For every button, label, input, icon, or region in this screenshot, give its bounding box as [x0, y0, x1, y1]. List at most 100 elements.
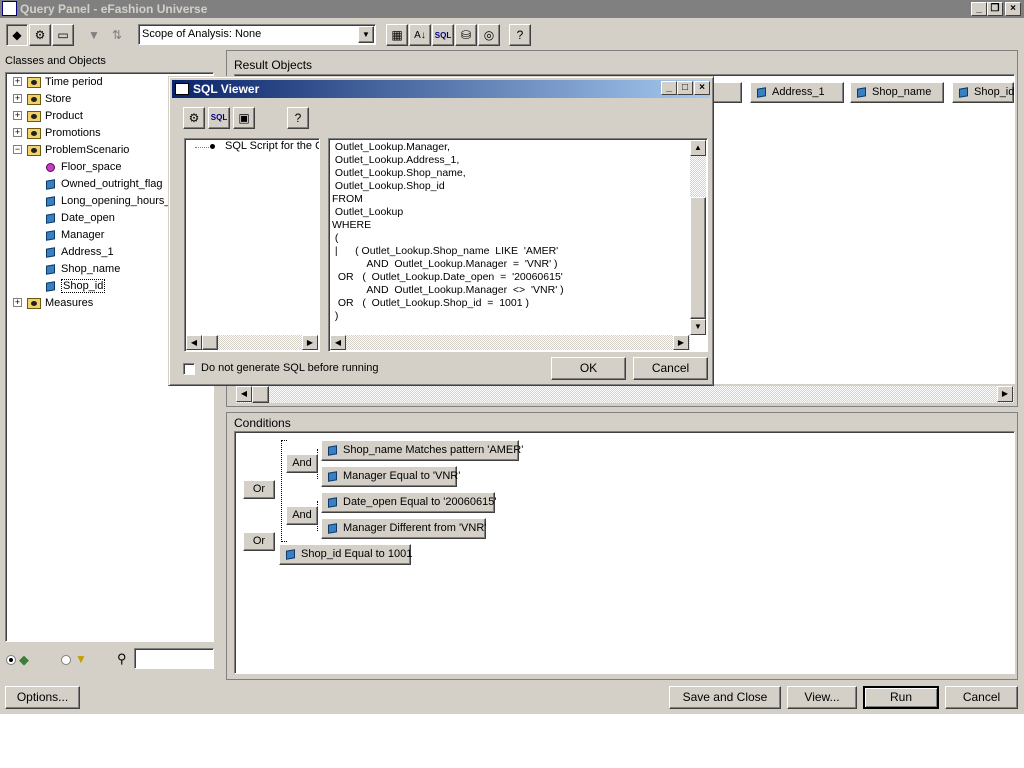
run-sql-icon[interactable]: ⚙ [183, 107, 205, 129]
result-hscrollbar[interactable] [236, 386, 1014, 403]
scroll-thumb[interactable] [202, 335, 218, 350]
condition-shop-name-pattern[interactable]: Shop_name Matches pattern 'AMER' [321, 440, 523, 461]
or-operator-1[interactable]: Or [243, 480, 275, 499]
tree-item-label: Store [45, 93, 72, 105]
combine-queries-icon[interactable]: ◎ [478, 24, 500, 46]
scroll-down-icon[interactable]: ▼ [690, 319, 706, 335]
binoculars-icon[interactable]: ⚲ [117, 651, 127, 667]
condition-date-open-equal[interactable]: Date_open Equal to '20060615' [321, 492, 497, 513]
result-chip-shop-id[interactable]: Shop_id [952, 82, 1014, 103]
tree-item-problemscenario[interactable]: ProblemScenario [27, 142, 129, 158]
scroll-left-icon[interactable]: ◀ [186, 335, 202, 350]
expand-store-icon[interactable]: + [13, 94, 22, 103]
scroll-right-icon[interactable]: ▶ [302, 335, 318, 350]
dimension-icon [46, 212, 55, 224]
validate-sql-icon[interactable]: SQL [208, 107, 230, 129]
sql-icon[interactable]: SQL [432, 24, 454, 46]
chevron-down-icon[interactable]: ▼ [358, 26, 374, 43]
tree-item-long-opening-hours[interactable]: Long_opening_hours_ [46, 193, 171, 209]
sql-viewer-dialog: SQL Viewer _ □ × ⚙ SQL ▣ ? SQL Script fo… [168, 76, 714, 386]
tree-item-address-1[interactable]: Address_1 [46, 244, 114, 260]
tree-item-manager[interactable]: Manager [46, 227, 104, 243]
tree-item-promotions[interactable]: Promotions [27, 125, 101, 141]
conditions-header: Conditions [234, 416, 291, 430]
close-button[interactable]: × [1005, 2, 1021, 16]
tree-item-label: Measures [45, 297, 94, 309]
options-button[interactable]: Options... [5, 686, 80, 709]
condition-manager-equal[interactable]: Manager Equal to 'VNR' [321, 466, 460, 487]
sql-line: AND Outlet_Lookup.Manager = 'VNR' ) [332, 258, 558, 270]
scroll-thumb[interactable] [252, 386, 269, 403]
tree-item-owned-outright-flag[interactable]: Owned_outright_flag [46, 176, 163, 192]
condition-manager-different[interactable]: Manager Different from 'VNR' [321, 518, 486, 539]
dimension-icon [46, 246, 55, 258]
sql-line: WHERE [332, 219, 372, 231]
dialog-close-button[interactable]: × [694, 81, 710, 95]
condition-shop-id-equal[interactable]: Shop_id Equal to 1001 [279, 544, 412, 565]
restore-button[interactable]: ❐ [987, 2, 1003, 16]
tree-item-measures[interactable]: Measures [27, 295, 93, 311]
panel-toggle-icon[interactable]: ▭ [52, 24, 74, 46]
condition-label: Date_open Equal to '20060615' [343, 496, 497, 508]
sort-az-icon[interactable]: A↓ [409, 24, 431, 46]
sql-script-tree[interactable]: SQL Script for the Q ◀ ▶ [184, 138, 320, 352]
scroll-up-icon[interactable]: ▲ [690, 140, 706, 156]
sql-text-area[interactable]: Outlet_Lookup.Manager, Outlet_Lookup.Add… [328, 138, 708, 352]
tree-item-date-open[interactable]: Date_open [46, 210, 115, 226]
filter-icon[interactable]: ▼ [83, 24, 105, 46]
scope-of-analysis-select[interactable]: Scope of Analysis: None ▼ [138, 24, 376, 45]
grid-icon[interactable]: ▦ [386, 24, 408, 46]
scroll-left-icon[interactable]: ◀ [330, 335, 346, 350]
database-icon[interactable]: ⛁ [455, 24, 477, 46]
save-and-close-button[interactable]: Save and Close [669, 686, 781, 709]
cancel-button[interactable]: Cancel [945, 686, 1018, 709]
save-icon[interactable]: ▣ [233, 107, 255, 129]
expand-promotions-icon[interactable]: + [13, 128, 22, 137]
minimize-button[interactable]: _ [971, 2, 987, 16]
dialog-minimize-button[interactable]: _ [661, 81, 677, 95]
tree-item-store[interactable]: Store [27, 91, 71, 107]
dialog-help-icon[interactable]: ? [287, 107, 309, 129]
and-operator-2[interactable]: And [286, 506, 318, 525]
filters-radio[interactable] [61, 655, 71, 665]
no-sql-generation-checkbox[interactable] [183, 363, 195, 375]
view-button[interactable]: View... [787, 686, 857, 709]
scroll-thumb[interactable] [690, 197, 706, 319]
result-chip-address-1[interactable]: Address_1 [750, 82, 844, 103]
tree-item-time-period[interactable]: Time period [27, 74, 103, 90]
query-props-icon[interactable]: ⚙ [29, 24, 51, 46]
class-folder-icon [27, 93, 41, 105]
result-chip-shop-name[interactable]: Shop_name [850, 82, 944, 103]
tree-item-shop-id[interactable]: Shop_id [46, 278, 106, 294]
expand-product-icon[interactable]: + [13, 111, 22, 120]
or-operator-2[interactable]: Or [243, 532, 275, 551]
tree-item-shop-name[interactable]: Shop_name [46, 261, 120, 277]
sql-script-item[interactable]: SQL Script for the Q [225, 140, 319, 152]
dialog-maximize-button[interactable]: □ [677, 81, 693, 95]
sql-viewer-titlebar: SQL Viewer _ □ × [172, 80, 710, 98]
run-button[interactable]: Run [863, 686, 939, 709]
expand-measures-icon[interactable]: + [13, 298, 22, 307]
objects-radio[interactable] [6, 655, 16, 665]
tree-item-label: ProblemScenario [45, 144, 130, 156]
classes-objects-toggle-icon[interactable]: ◆ [6, 24, 28, 46]
tree-item-product[interactable]: Product [27, 108, 83, 124]
dimension-icon [286, 548, 295, 560]
scroll-right-icon[interactable]: ▶ [673, 335, 689, 350]
sort-icon[interactable]: ⇅ [106, 24, 128, 46]
help-icon[interactable]: ? [509, 24, 531, 46]
and-operator-1[interactable]: And [286, 454, 318, 473]
chip-label: Address_1 [772, 86, 825, 98]
expand-time-period-icon[interactable]: + [13, 77, 22, 86]
search-input[interactable] [134, 648, 214, 669]
tree-item-label: Shop_name [61, 263, 121, 275]
scroll-left-icon[interactable]: ◀ [236, 386, 252, 402]
tree-item-floor-space[interactable]: Floor_space [46, 159, 122, 175]
scroll-right-icon[interactable]: ▶ [997, 386, 1013, 402]
collapse-problemscenario-icon[interactable]: − [13, 145, 22, 154]
sql-hscrollbar[interactable] [330, 335, 690, 350]
sql-viewer-title: SQL Viewer [193, 82, 260, 96]
dialog-cancel-button[interactable]: Cancel [633, 357, 708, 380]
ok-button[interactable]: OK [551, 357, 626, 380]
sql-line: Outlet_Lookup.Shop_id [332, 180, 445, 192]
